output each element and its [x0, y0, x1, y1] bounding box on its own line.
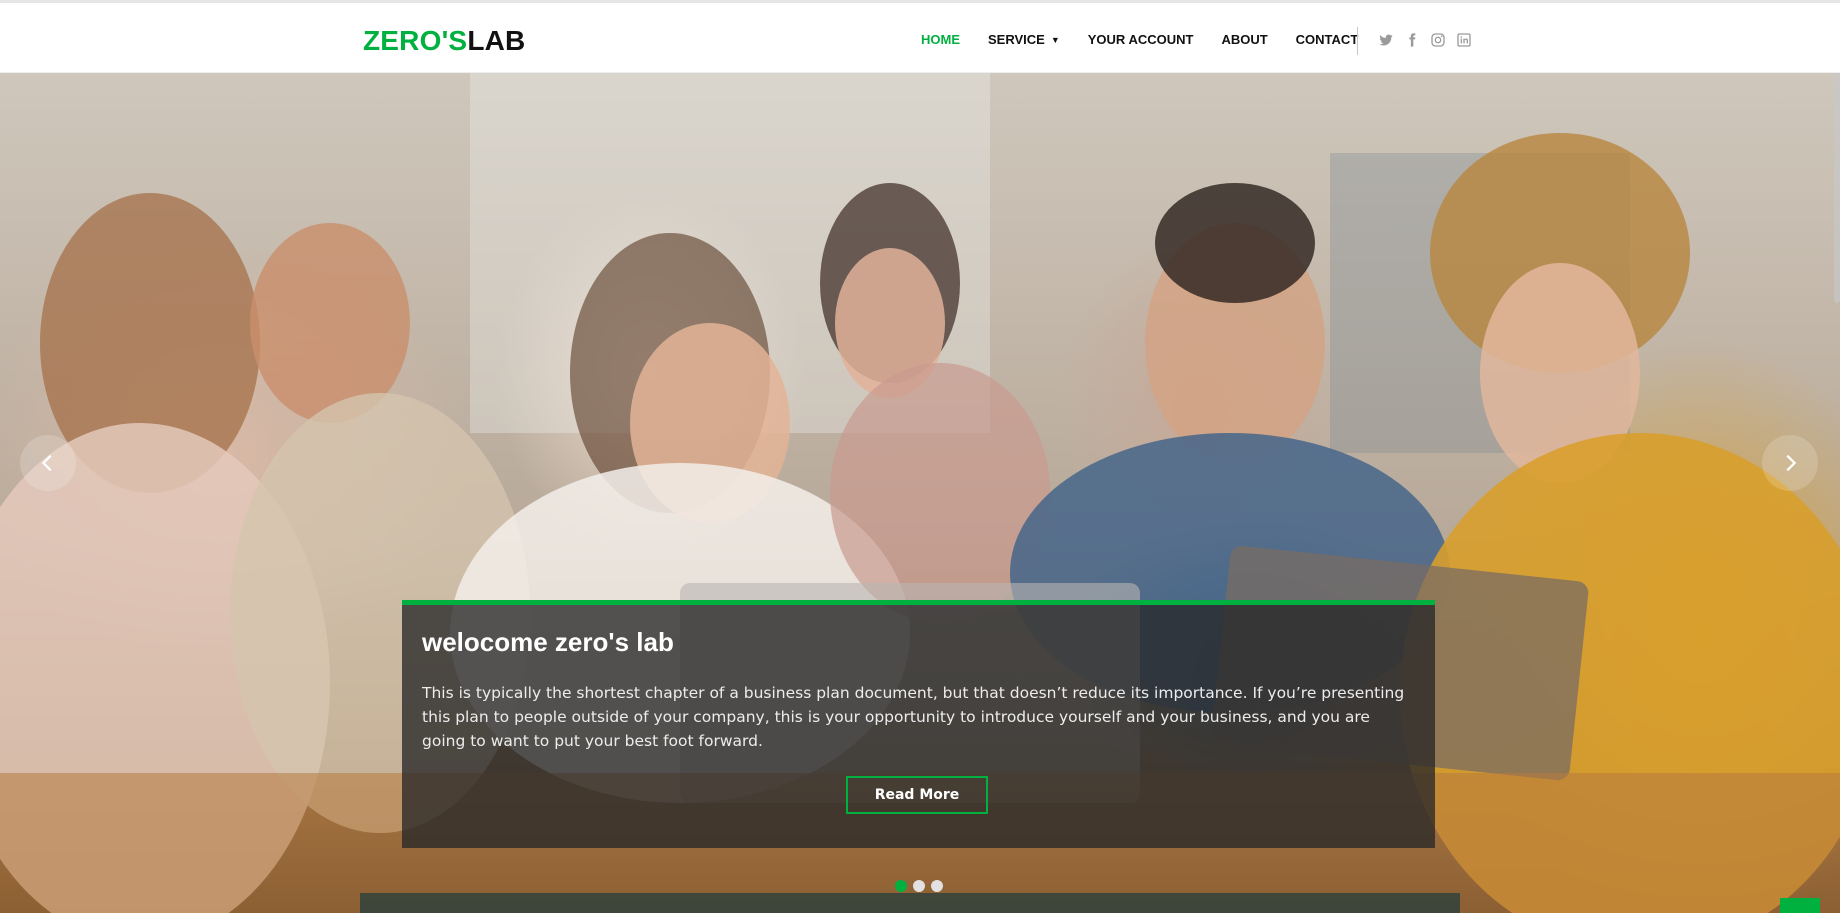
- slide-indicator-2[interactable]: [913, 880, 925, 892]
- main-nav: HOME SERVICE ▼ YOUR ACCOUNT ABOUT CONTACT: [921, 32, 1386, 47]
- linkedin-icon[interactable]: [1456, 32, 1472, 48]
- slider-prev-button[interactable]: [20, 435, 76, 491]
- slide-description: This is typically the shortest chapter o…: [422, 684, 1405, 750]
- page-scrollbar[interactable]: [1834, 73, 1840, 303]
- chevron-down-icon: ▼: [1050, 35, 1060, 45]
- nav-about[interactable]: ABOUT: [1221, 32, 1267, 47]
- facebook-icon[interactable]: [1404, 32, 1420, 48]
- site-logo[interactable]: ZERO'SLAB: [363, 25, 525, 57]
- hero-slider: welocome zero's lab This is typically th…: [0, 73, 1840, 913]
- nav-service-label: SERVICE: [988, 32, 1045, 47]
- slide-title: welocome zero's lab: [422, 627, 674, 657]
- chevron-right-icon: [1786, 454, 1797, 472]
- nav-contact[interactable]: CONTACT: [1296, 32, 1359, 47]
- scroll-to-top-button[interactable]: [1780, 898, 1820, 913]
- nav-home[interactable]: HOME: [921, 32, 960, 47]
- navbar: ZERO'SLAB HOME SERVICE ▼ YOUR ACCOUNT ABO…: [0, 3, 1840, 73]
- social-links: [1378, 32, 1472, 48]
- twitter-icon[interactable]: [1378, 32, 1394, 48]
- read-more-button[interactable]: Read More: [846, 776, 988, 814]
- slide-indicator-3[interactable]: [931, 880, 943, 892]
- slide-indicator-1[interactable]: [895, 880, 907, 892]
- nav-service[interactable]: SERVICE ▼: [988, 32, 1060, 47]
- nav-your-account[interactable]: YOUR ACCOUNT: [1088, 32, 1194, 47]
- logo-part-1: ZERO'S: [363, 25, 468, 56]
- slide-caption: welocome zero's lab This is typically th…: [402, 600, 1435, 848]
- slider-next-button[interactable]: [1762, 435, 1818, 491]
- logo-part-2: LAB: [467, 25, 526, 56]
- chevron-left-icon: [41, 454, 52, 472]
- slider-indicators: [895, 880, 943, 892]
- instagram-icon[interactable]: [1430, 32, 1446, 48]
- nav-divider: [1357, 27, 1358, 55]
